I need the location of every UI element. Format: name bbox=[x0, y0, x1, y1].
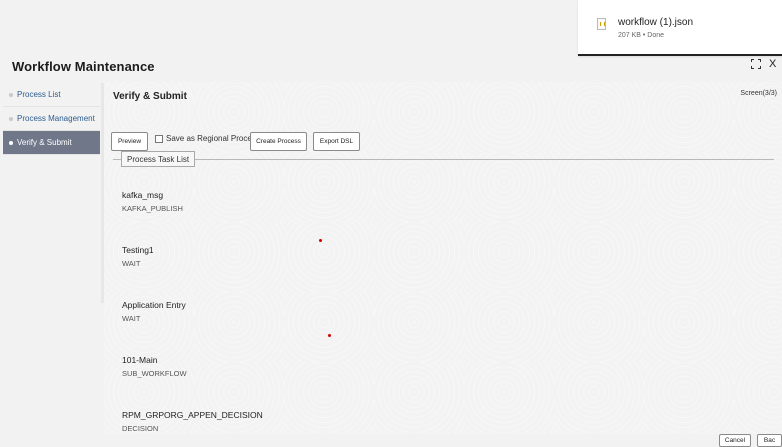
sidebar-item-label: Process List bbox=[17, 90, 61, 99]
task-type: WAIT bbox=[122, 314, 141, 323]
download-file-name[interactable]: workflow (1).json bbox=[618, 17, 693, 28]
regional-process-label: Save as Regional Process bbox=[166, 134, 260, 143]
task-name: 101-Main bbox=[122, 355, 158, 365]
sidebar-item-label: Verify & Submit bbox=[17, 138, 72, 147]
download-popup[interactable]: workflow (1).json 207 KB • Done bbox=[578, 0, 782, 56]
regional-process-checkbox-group[interactable]: Save as Regional Process bbox=[155, 134, 260, 143]
marker-dot bbox=[328, 334, 331, 337]
task-type: SUB_WORKFLOW bbox=[122, 369, 187, 378]
download-status: 207 KB • Done bbox=[618, 32, 665, 39]
task-name: Application Entry bbox=[122, 300, 186, 310]
bullet-icon bbox=[9, 92, 13, 97]
export-dsl-button[interactable]: Export DSL bbox=[313, 132, 360, 151]
list-item[interactable]: kafka_msg KAFKA_PUBLISH bbox=[122, 190, 183, 213]
sidebar: Process List Process Management Verify &… bbox=[3, 83, 100, 433]
list-item[interactable]: Testing1 WAIT bbox=[122, 245, 154, 268]
bullet-icon bbox=[9, 116, 13, 121]
marker-dot bbox=[319, 239, 322, 242]
sidebar-item-process-management[interactable]: Process Management bbox=[3, 107, 100, 131]
maximize-icon[interactable] bbox=[751, 59, 761, 69]
task-type: WAIT bbox=[122, 259, 141, 268]
section-title: Verify & Submit bbox=[113, 91, 187, 102]
preview-button[interactable]: Preview bbox=[111, 132, 148, 151]
task-list-legend: Process Task List bbox=[121, 151, 196, 167]
cancel-button[interactable]: Cancel bbox=[719, 434, 751, 447]
screen-indicator: Screen(3/3) bbox=[740, 90, 777, 97]
list-item[interactable]: 101-Main SUB_WORKFLOW bbox=[122, 355, 187, 378]
task-name: RPM_GRPORG_APPEN_DECISION bbox=[122, 410, 263, 420]
sidebar-item-label: Process Management bbox=[17, 114, 95, 123]
main-panel: Verify & Submit Screen(3/3) Preview Save… bbox=[104, 82, 782, 434]
task-name: Testing1 bbox=[122, 245, 154, 255]
task-type: DECISION bbox=[122, 424, 159, 433]
sidebar-item-verify-submit[interactable]: Verify & Submit bbox=[3, 131, 100, 155]
list-item[interactable]: Application Entry WAIT bbox=[122, 300, 186, 323]
back-button[interactable]: Bac bbox=[757, 434, 782, 447]
list-item[interactable]: RPM_GRPORG_APPEN_DECISION DECISION bbox=[122, 410, 263, 433]
sidebar-item-process-list[interactable]: Process List bbox=[3, 83, 100, 107]
file-icon bbox=[597, 18, 606, 30]
task-type: KAFKA_PUBLISH bbox=[122, 204, 183, 213]
regional-process-checkbox[interactable] bbox=[155, 134, 163, 143]
task-list-border bbox=[113, 159, 774, 160]
create-process-button[interactable]: Create Process bbox=[250, 132, 307, 151]
page-title: Workflow Maintenance bbox=[12, 59, 155, 74]
bullet-icon bbox=[9, 140, 13, 145]
task-name: kafka_msg bbox=[122, 190, 164, 200]
window-controls: X bbox=[751, 59, 776, 70]
close-icon[interactable]: X bbox=[769, 59, 776, 70]
